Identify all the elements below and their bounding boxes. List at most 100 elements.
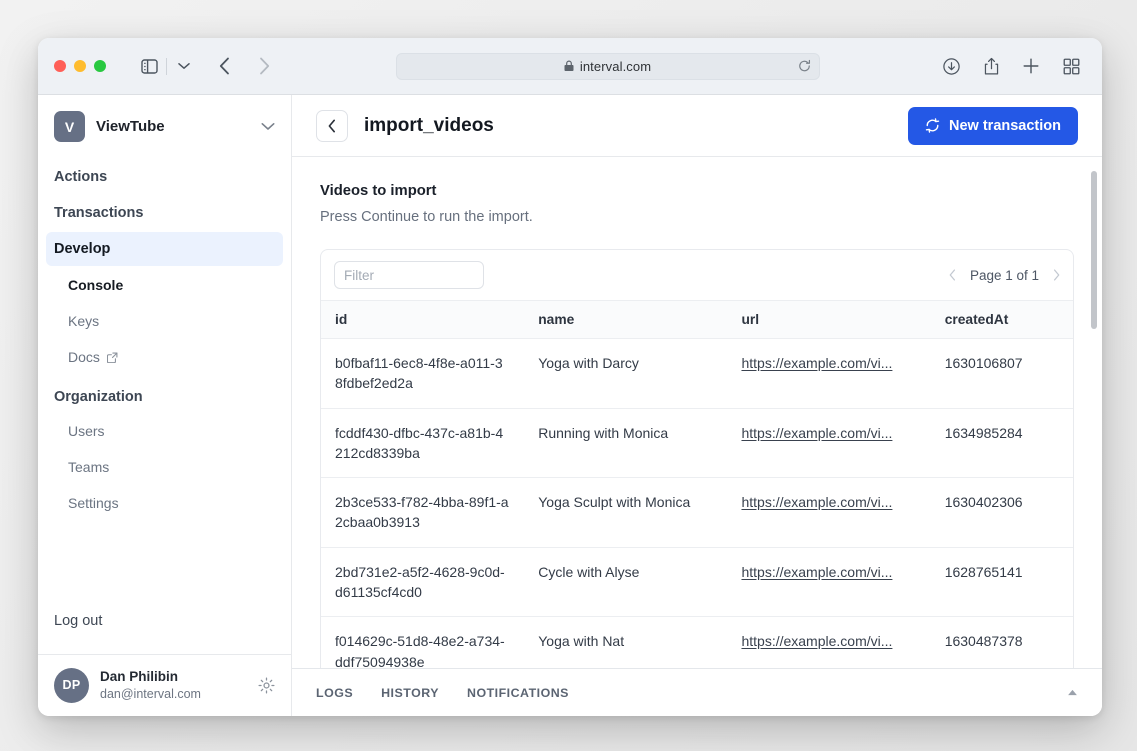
cell-name: Yoga with Nat [524,617,727,668]
data-table: id name url createdAt b0fbaf11-6ec8-4f8e… [321,300,1073,668]
row-url-link[interactable]: https://example.com/vi... [741,492,916,512]
sidebar: V ViewTube Actions Transactions Develop … [38,95,292,716]
bottom-tab-bar: LOGS HISTORY NOTIFICATIONS [292,668,1102,716]
app-body: V ViewTube Actions Transactions Develop … [38,95,1102,716]
gear-icon[interactable] [258,677,275,694]
table-toolbar: Page 1 of 1 [321,250,1073,300]
chevron-down-icon[interactable] [261,122,275,131]
cell-id: fcddf430-dfbc-437c-a81b-4212cd8339ba [321,408,524,478]
close-window-button[interactable] [54,60,66,72]
section-subtitle: Press Continue to run the import. [320,209,1074,225]
column-header-url[interactable]: url [727,301,930,339]
filter-input[interactable] [334,261,484,289]
cell-id: f014629c-51d8-48e2-a734-ddf75094938e [321,617,524,668]
new-transaction-button[interactable]: New transaction [908,107,1078,145]
browser-window: interval.com [38,38,1102,716]
table-row[interactable]: 2bd731e2-a5f2-4628-9c0d-d61135cf4cd0 Cyc… [321,547,1073,617]
pagination: Page 1 of 1 [949,268,1060,283]
chevron-down-icon[interactable] [169,52,199,80]
sidebar-item-users[interactable]: Users [46,414,283,448]
org-name: ViewTube [96,118,250,135]
minimize-window-button[interactable] [74,60,86,72]
column-header-createdat[interactable]: createdAt [931,301,1073,339]
sidebar-item-actions[interactable]: Actions [46,160,283,194]
sidebar-section-label: Organization [54,389,143,405]
share-icon[interactable] [976,52,1006,80]
cell-createdat: 1634985284 [931,408,1073,478]
logout-button[interactable]: Log out [46,604,283,638]
sidebar-item-keys[interactable]: Keys [46,304,283,338]
logout-wrapper: Log out [38,604,291,654]
main-panel: import_videos New transaction Videos to … [292,95,1102,716]
table-head: id name url createdAt [321,301,1073,339]
content-area: Videos to import Press Continue to run t… [292,157,1102,668]
address-bar-host: interval.com [580,59,651,74]
previous-page-button[interactable] [949,269,956,281]
back-button[interactable] [316,110,348,142]
refresh-icon [925,118,940,133]
sidebar-item-settings[interactable]: Settings [46,486,283,520]
sidebar-item-label: Teams [68,459,109,475]
maximize-window-button[interactable] [94,60,106,72]
content-scrollbar[interactable] [1091,171,1097,329]
cell-createdat: 1630487378 [931,617,1073,668]
row-url-link[interactable]: https://example.com/vi... [741,353,916,373]
table-row[interactable]: 2b3ce533-f782-4bba-89f1-a2cbaa0b3913 Yog… [321,478,1073,548]
sidebar-item-label: Users [68,423,105,439]
tab-overview-icon[interactable] [1056,52,1086,80]
table-header-row: id name url createdAt [321,301,1073,339]
row-url-link[interactable]: https://example.com/vi... [741,562,916,582]
table-body: b0fbaf11-6ec8-4f8e-a011-38fdbef2ed2a Yog… [321,339,1073,669]
sidebar-item-label: Settings [68,495,119,511]
sidebar-item-console[interactable]: Console [46,268,283,302]
sidebar-section-organization: Organization [46,380,283,414]
cell-name: Yoga with Darcy [524,339,727,409]
reload-icon[interactable] [798,60,811,73]
chevron-up-icon[interactable] [1067,689,1078,696]
sidebar-nav: Actions Transactions Develop Console Key… [38,156,291,604]
cell-url: https://example.com/vi... [727,339,930,409]
cell-url: https://example.com/vi... [727,478,930,548]
cell-url: https://example.com/vi... [727,617,930,668]
cell-url: https://example.com/vi... [727,547,930,617]
cell-createdat: 1630402306 [931,478,1073,548]
download-icon[interactable] [936,52,966,80]
sidebar-toggle-icon[interactable] [134,52,164,80]
sidebar-item-label: Console [68,277,123,293]
cell-id: b0fbaf11-6ec8-4f8e-a011-38fdbef2ed2a [321,339,524,409]
browser-forward-button[interactable] [249,52,279,80]
tab-logs[interactable]: LOGS [316,686,353,700]
column-header-id[interactable]: id [321,301,524,339]
next-page-button[interactable] [1053,269,1060,281]
sidebar-item-develop[interactable]: Develop [46,232,283,266]
toolbar-divider [166,58,167,75]
browser-back-button[interactable] [209,52,239,80]
tab-history[interactable]: HISTORY [381,686,439,700]
new-tab-icon[interactable] [1016,52,1046,80]
cell-name: Yoga Sculpt with Monica [524,478,727,548]
org-switcher[interactable]: V ViewTube [38,95,291,156]
sidebar-item-docs[interactable]: Docs [46,340,283,374]
avatar: DP [54,668,89,703]
row-url-link[interactable]: https://example.com/vi... [741,631,916,651]
sidebar-item-label: Actions [54,169,107,185]
section-title: Videos to import [320,183,1074,199]
cell-id: 2b3ce533-f782-4bba-89f1-a2cbaa0b3913 [321,478,524,548]
tab-notifications[interactable]: NOTIFICATIONS [467,686,569,700]
row-url-link[interactable]: https://example.com/vi... [741,423,916,443]
table-row[interactable]: f014629c-51d8-48e2-a734-ddf75094938e Yog… [321,617,1073,668]
data-table-card: Page 1 of 1 id name url c [320,249,1074,668]
cell-createdat: 1630106807 [931,339,1073,409]
sidebar-item-label: Keys [68,313,99,329]
user-account-row[interactable]: DP Dan Philibin dan@interval.com [38,654,291,716]
cell-name: Cycle with Alyse [524,547,727,617]
browser-toolbar: interval.com [38,38,1102,95]
address-bar[interactable]: interval.com [396,53,820,80]
page-title: import_videos [364,115,892,137]
sidebar-item-label: Docs [68,349,100,365]
column-header-name[interactable]: name [524,301,727,339]
table-row[interactable]: b0fbaf11-6ec8-4f8e-a011-38fdbef2ed2a Yog… [321,339,1073,409]
sidebar-item-transactions[interactable]: Transactions [46,196,283,230]
sidebar-item-teams[interactable]: Teams [46,450,283,484]
table-row[interactable]: fcddf430-dfbc-437c-a81b-4212cd8339ba Run… [321,408,1073,478]
